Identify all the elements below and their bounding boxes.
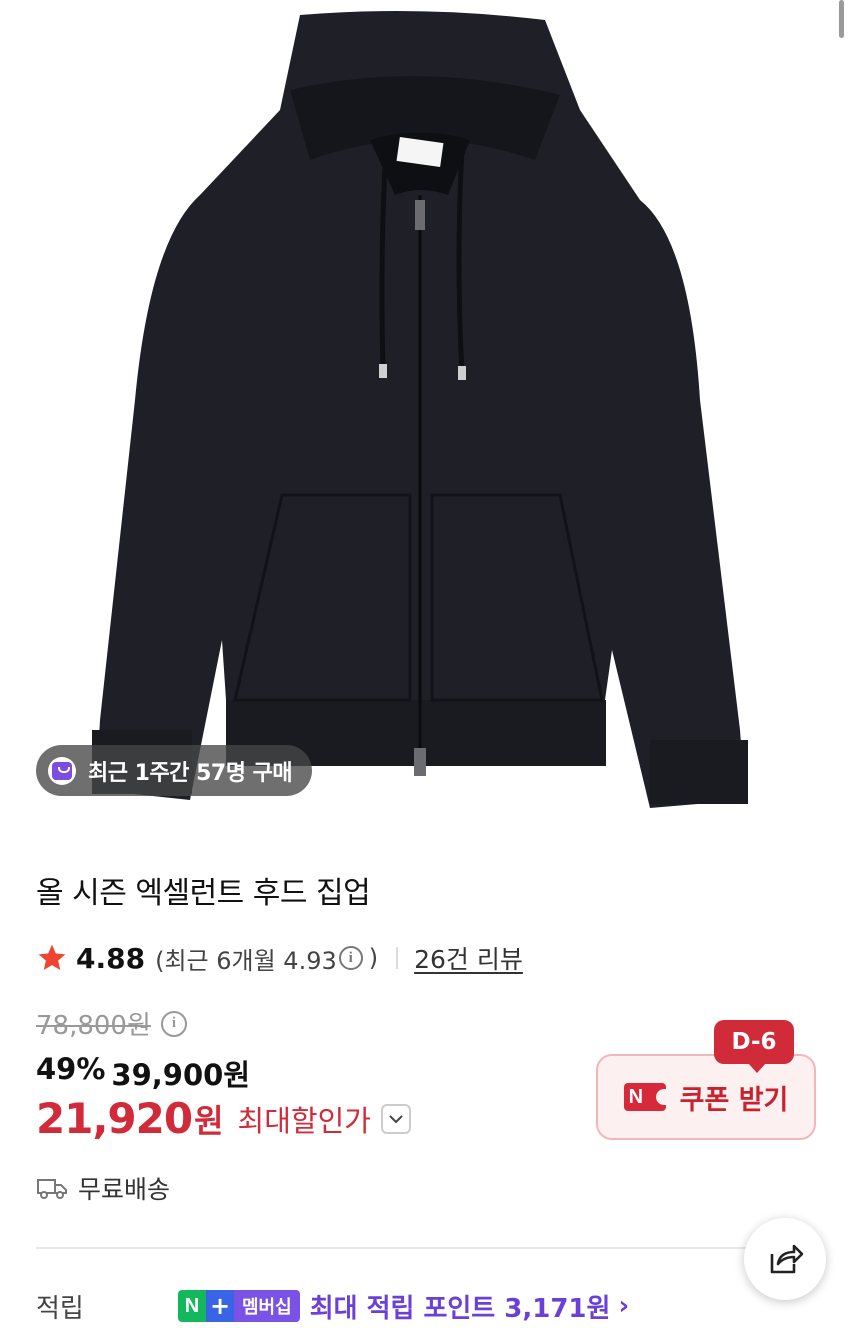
recent-rating: (최근 6개월 4.93 i ) (155, 941, 378, 976)
coupon-n-badge: N (623, 1083, 668, 1111)
discount-row: 49% 39,900원 (36, 1052, 250, 1094)
share-icon (770, 1244, 804, 1274)
membership-label: 멤버십 (234, 1290, 300, 1322)
coupon-label: 쿠폰 받기 (679, 1084, 789, 1116)
recent-purchase-text: 최근 1주간 57명 구매 (88, 760, 293, 786)
discounted-price: 39,900원 (111, 1058, 251, 1092)
max-discount-row: 21,920 원 최대할인가 (36, 1094, 411, 1143)
discount-rate: 49% (36, 1052, 106, 1086)
info-icon[interactable]: i (338, 946, 363, 970)
rating-value: 4.88 (76, 941, 146, 975)
max-discount-label: 최대할인가 (237, 1103, 371, 1138)
divider (396, 947, 399, 969)
max-discount-toggle[interactable] (380, 1103, 411, 1134)
review-link[interactable]: 26건 리뷰 (414, 940, 523, 976)
points-label: 적립 (36, 1293, 84, 1324)
final-price-unit: 원 (194, 1101, 224, 1140)
recent-rating-close: ) (368, 944, 379, 972)
product-title: 올 시즌 엑셀런트 후드 집업 (36, 876, 371, 911)
bag-icon (48, 756, 76, 785)
chevron-down-icon (389, 1114, 403, 1123)
dday-badge: D-6 (714, 1020, 794, 1073)
shipping-label: 무료배송 (78, 1175, 171, 1204)
membership-n: N (178, 1290, 206, 1322)
section-divider (36, 1247, 814, 1249)
coupon-area: N 쿠폰 받기 D-6 (596, 1020, 816, 1140)
points-row: 적립 N + 멤버십 최대 적립 포인트 3,171원 › (36, 1286, 629, 1326)
membership-plus: + (206, 1290, 234, 1322)
scrollbar[interactable] (839, 0, 844, 38)
coupon-button[interactable]: N 쿠폰 받기 (596, 1054, 816, 1140)
original-price-row: 78,800원 i (36, 1005, 193, 1042)
shipping-row: 무료배송 (36, 1170, 170, 1206)
recent-purchase-badge: 최근 1주간 57명 구매 (36, 745, 312, 796)
price-info-icon[interactable]: i (160, 1010, 187, 1037)
max-points-link[interactable]: 최대 적립 포인트 3,171원 (310, 1288, 611, 1325)
nplus-membership-badge: N + 멤버십 (178, 1290, 300, 1322)
hoodie-illustration (92, 11, 748, 808)
original-price: 78,800원 (36, 1011, 151, 1041)
recent-rating-text: (최근 6개월 4.93 (155, 946, 337, 975)
share-button[interactable] (744, 1218, 826, 1300)
rating-row: 4.88 (최근 6개월 4.93 i ) 26건 리뷰 (36, 938, 523, 978)
product-image[interactable]: 최근 1주간 57명 구매 (0, 0, 850, 830)
truck-icon (37, 1179, 67, 1199)
chevron-right-icon[interactable]: › (618, 1291, 629, 1321)
final-price: 21,920 (36, 1094, 193, 1143)
star-icon (38, 944, 66, 970)
